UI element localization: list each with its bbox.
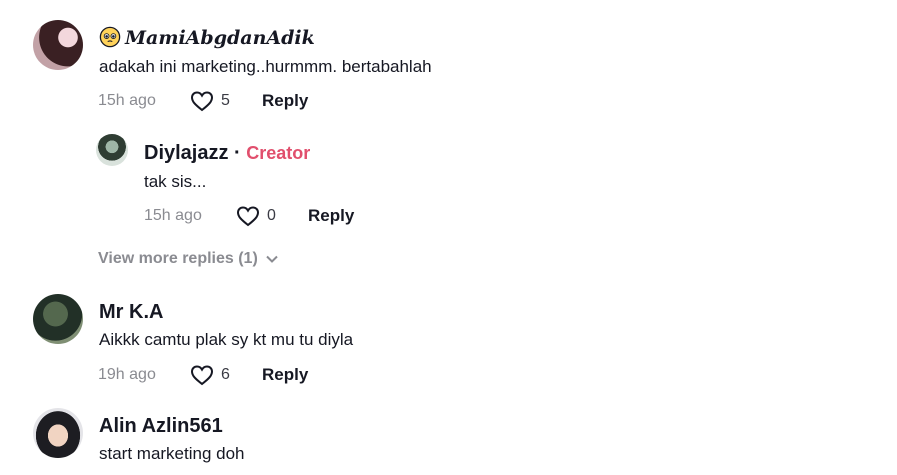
username[interactable]: Alin Azlin561 (99, 414, 223, 438)
comment-actions: 19h ago 6 Reply (98, 363, 308, 387)
reply-button[interactable]: Reply (262, 91, 308, 111)
username[interactable]: Mr K.A (99, 300, 163, 324)
heart-outline-icon (190, 91, 214, 112)
heart-outline-icon (236, 206, 260, 227)
timestamp: 15h ago (98, 92, 156, 109)
comment-text: tak sis... (144, 172, 207, 191)
pleading-face-emoji (99, 26, 121, 48)
like-count: 6 (221, 366, 230, 383)
comment-actions: 15h ago 5 Reply (98, 89, 308, 113)
comment-text: adakah ini marketing..hurmmm. bertabahla… (99, 57, 432, 76)
username[interactable]: Diylajazz · Creator (144, 141, 310, 165)
like-button[interactable]: 6 (190, 364, 262, 386)
heart-outline-icon (190, 365, 214, 386)
creator-separator: · (234, 142, 241, 164)
view-more-replies-button[interactable]: View more replies (1) (98, 250, 278, 268)
avatar[interactable] (33, 294, 83, 344)
reply-button[interactable]: Reply (262, 365, 308, 385)
view-more-label: View more replies (1) (98, 250, 258, 267)
comment-text: start marketing doh (99, 444, 245, 463)
like-button[interactable]: 5 (190, 90, 262, 112)
chevron-down-icon (266, 255, 278, 263)
avatar[interactable] (33, 408, 83, 458)
creator-badge: Creator (246, 143, 311, 163)
username[interactable]: MamiAbgdanAdik (99, 26, 315, 50)
avatar[interactable] (33, 20, 83, 70)
like-button[interactable]: 0 (236, 205, 308, 227)
timestamp: 15h ago (144, 207, 202, 224)
timestamp: 19h ago (98, 366, 156, 383)
comment-actions: 15h ago 0 Reply (144, 204, 354, 228)
reply-button[interactable]: Reply (308, 206, 354, 226)
comment-text: Aikkk camtu plak sy kt mu tu diyla (99, 330, 354, 349)
avatar[interactable] (96, 134, 128, 166)
like-count: 5 (221, 92, 230, 109)
like-count: 0 (267, 207, 276, 224)
